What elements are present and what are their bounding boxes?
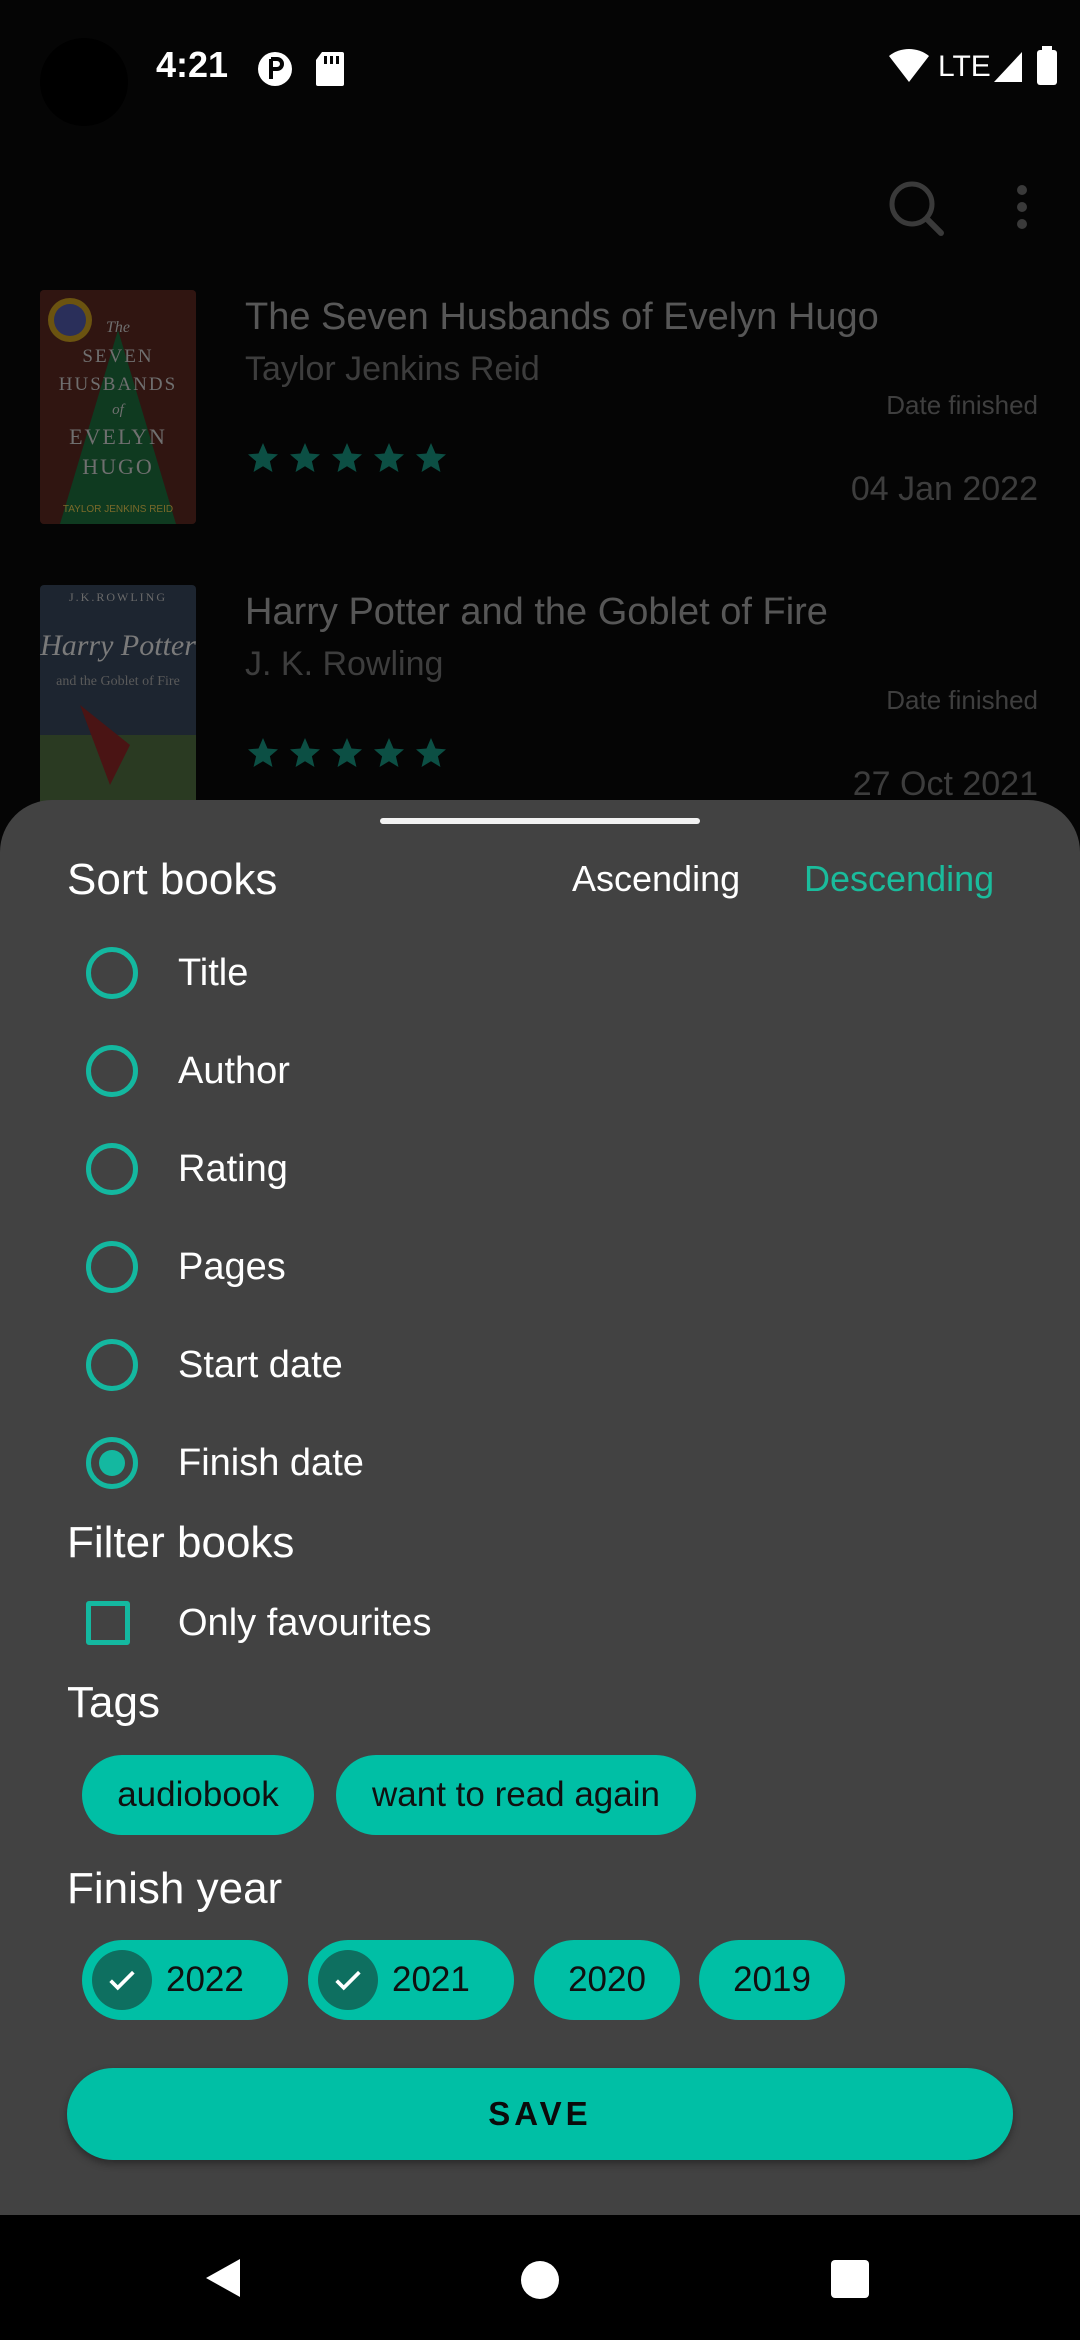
tag-chip[interactable]: want to read again	[336, 1755, 696, 1835]
notification-icon	[258, 52, 292, 86]
sort-option-pages[interactable]: Pages	[86, 1237, 286, 1297]
sort-option-author[interactable]: Author	[86, 1041, 290, 1101]
book-list-item[interactable]: The SEVEN HUSBANDS of EVELYN HUGO TAYLOR…	[0, 290, 1080, 530]
star-icon	[332, 738, 362, 767]
tags-title: Tags	[67, 1678, 160, 1727]
book-title: The Seven Husbands of Evelyn Hugo	[245, 296, 879, 338]
cover-text-line: HUGO	[82, 454, 154, 479]
rating-stars	[245, 440, 449, 476]
battery-icon	[1037, 46, 1057, 85]
cover-text-line: The	[106, 319, 130, 336]
rating-stars	[245, 735, 449, 771]
radio-button[interactable]	[86, 1045, 138, 1097]
recents-icon[interactable]	[830, 2259, 870, 2299]
finish-year-title: Finish year	[67, 1864, 283, 1913]
check-icon	[92, 1950, 152, 2010]
year-label: 2022	[166, 1960, 244, 1999]
date-finished-label: Date finished	[886, 390, 1038, 420]
more-options-icon[interactable]	[1012, 182, 1032, 232]
search-icon[interactable]	[886, 178, 946, 238]
sort-option-label: Start date	[178, 1343, 343, 1386]
filter-books-title: Filter books	[67, 1518, 295, 1567]
camera-cutout	[40, 38, 128, 126]
radio-button[interactable]	[86, 1339, 138, 1391]
descending-button[interactable]: Descending	[804, 858, 994, 900]
sort-option-title[interactable]: Title	[86, 943, 248, 1003]
star-icon	[374, 443, 404, 472]
book-cover: J.K.ROWLING Harry Potter and the Goblet …	[40, 585, 196, 819]
signal-icon	[994, 52, 1022, 82]
sort-option-finish-date[interactable]: Finish date	[86, 1433, 364, 1493]
sd-card-icon	[316, 52, 344, 86]
book-title: Harry Potter and the Goblet of Fire	[245, 591, 828, 633]
save-button[interactable]: SAVE	[67, 2068, 1013, 2160]
star-icon	[248, 738, 278, 767]
sort-filter-sheet: Sort books Ascending Descending Title Au…	[0, 800, 1080, 2215]
network-type: LTE	[938, 50, 991, 83]
ascending-button[interactable]: Ascending	[572, 858, 740, 900]
cover-text-line: EVELYN	[69, 424, 167, 449]
book-author: Taylor Jenkins Reid	[245, 350, 540, 388]
tag-chip[interactable]: audiobook	[82, 1755, 314, 1835]
year-chip[interactable]: 2020	[534, 1940, 680, 2020]
year-label: 2021	[392, 1960, 470, 1999]
cover-text-line: SEVEN	[82, 346, 153, 367]
cover-text-line: HUSBANDS	[59, 374, 177, 395]
sort-option-label: Finish date	[178, 1441, 364, 1484]
cover-author: TAYLOR JENKINS REID	[63, 504, 173, 515]
radio-button[interactable]	[86, 1241, 138, 1293]
radio-button[interactable]	[86, 1143, 138, 1195]
star-icon	[374, 738, 404, 767]
star-icon	[416, 443, 446, 472]
date-finished: 04 Jan 2022	[850, 470, 1038, 508]
home-icon[interactable]	[520, 2260, 560, 2300]
cover-text-line: J.K.ROWLING	[69, 590, 167, 604]
book-cover: The SEVEN HUSBANDS of EVELYN HUGO TAYLOR…	[40, 290, 196, 524]
only-favourites-label: Only favourites	[178, 1601, 432, 1644]
star-icon	[332, 443, 362, 472]
cover-text-line: of	[112, 402, 126, 418]
sort-option-label: Rating	[178, 1147, 288, 1190]
sort-option-start-date[interactable]: Start date	[86, 1335, 343, 1395]
book-list-item[interactable]: J.K.ROWLING Harry Potter and the Goblet …	[0, 585, 1080, 825]
status-time: 4:21	[156, 44, 229, 85]
sort-books-title: Sort books	[67, 855, 278, 904]
sort-option-label: Pages	[178, 1245, 286, 1288]
back-icon[interactable]	[200, 2255, 246, 2301]
sort-option-label: Title	[178, 951, 249, 994]
radio-button[interactable]	[86, 947, 138, 999]
cover-text-line: Harry Potter	[40, 629, 196, 662]
star-icon	[290, 443, 320, 472]
status-bar: 4:21 LTE	[0, 0, 1080, 135]
radio-button-selected[interactable]	[86, 1437, 138, 1489]
year-chip[interactable]: 2019	[699, 1940, 845, 2020]
star-icon	[248, 443, 278, 472]
star-icon	[416, 738, 446, 767]
book-author: J. K. Rowling	[245, 645, 444, 683]
only-favourites-checkbox[interactable]	[86, 1601, 130, 1645]
year-chip-selected[interactable]: 2022	[82, 1940, 288, 2020]
cover-text-line: and the Goblet of Fire	[56, 674, 180, 689]
date-finished: 27 Oct 2021	[852, 765, 1038, 803]
date-finished-label: Date finished	[886, 685, 1038, 715]
sort-option-rating[interactable]: Rating	[86, 1139, 288, 1199]
sheet-drag-handle[interactable]	[380, 818, 700, 824]
sort-option-label: Author	[178, 1049, 290, 1092]
only-favourites-row[interactable]: Only favourites	[86, 1593, 431, 1653]
star-icon	[290, 738, 320, 767]
system-nav-bar	[0, 2215, 1080, 2340]
check-icon	[318, 1950, 378, 2010]
year-chip-selected[interactable]: 2021	[308, 1940, 514, 2020]
wifi-icon	[889, 48, 929, 82]
